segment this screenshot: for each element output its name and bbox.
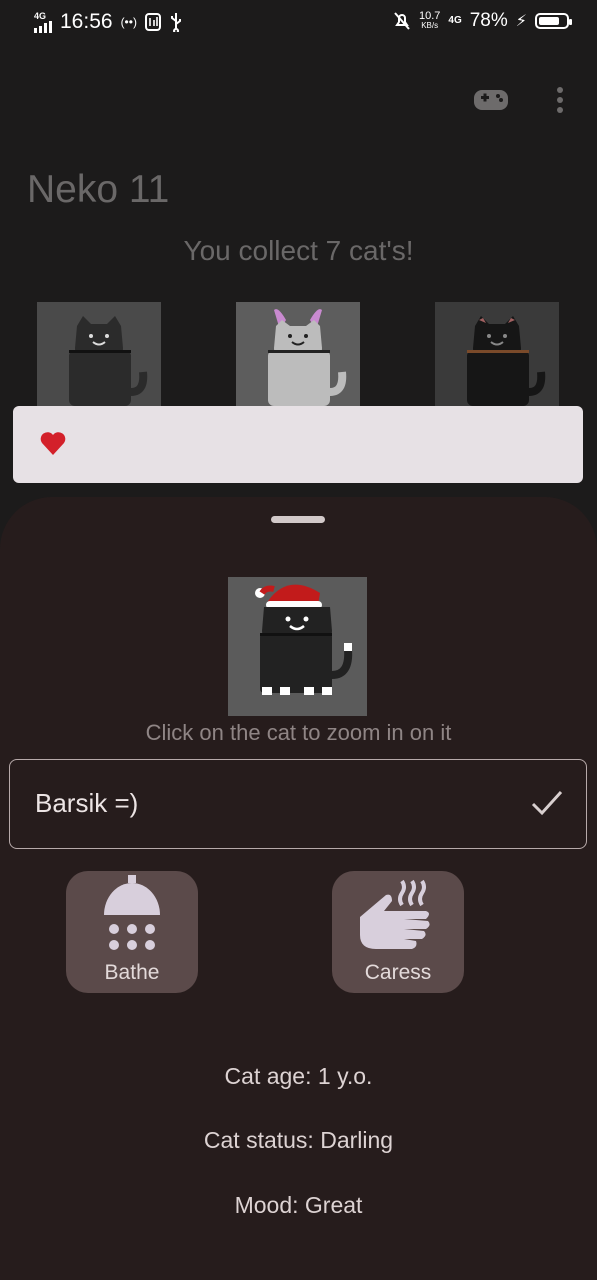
shower-icon [104,875,160,950]
network-type-label: 4G [34,11,47,21]
status-right: 10.7 KB/s 4G 78% ⚡ [393,10,572,32]
cat-name-field[interactable]: Barsik =) [9,759,587,849]
charging-icon: ⚡ [515,13,527,30]
bathe-button[interactable]: Bathe [66,871,198,993]
cat-thumbnail[interactable] [37,302,161,408]
cat-status: Cat status: Darling [203,1127,394,1153]
cat-details-sheet: Click on the cat to zoom in on it Barsik… [0,497,597,1280]
net-speed-value: 10.7 [418,10,441,22]
app-title: Neko 11 [27,168,170,211]
mute-bell-icon [394,12,410,30]
clock: 16:56 [60,10,113,33]
cat-age: Cat age: 1 y.o. [224,1063,373,1089]
bathe-label: Bathe [104,961,160,984]
reaction-bar [13,406,583,483]
hotspot-icon: (••) [120,15,137,29]
cat-image[interactable] [228,577,367,716]
drag-handle[interactable] [271,516,325,523]
net-speed: 10.7 KB/s [419,11,440,31]
zoom-hint: Click on the cat to zoom in on it [145,720,452,745]
status-left: 4G 16:56 (••) [34,10,183,34]
more-vert-icon[interactable] [540,80,580,120]
cat-thumbnail[interactable] [435,302,559,408]
cat-mood: Mood: Great [234,1192,363,1218]
cat-thumbnail[interactable] [236,302,360,408]
battery-percent: 78% [469,10,508,31]
caress-button[interactable]: Caress [332,871,464,993]
battery-fill [539,17,559,25]
net-speed-unit: KB/s [421,21,439,30]
battery-icon [535,13,572,29]
collect-count-text: You collect 7 cat's! [183,235,414,266]
heart-icon [40,432,66,455]
status-bar: 4G 16:56 (••) 10.7 KB/s 4G 78% ⚡ [0,0,597,46]
signal-icon: 4G [34,11,52,33]
network-type-2-label: 4G [448,15,462,26]
usb-icon [170,13,181,32]
check-icon[interactable] [530,788,564,818]
caress-hand-icon [360,879,430,949]
caress-label: Caress [364,961,432,984]
gamepad-icon[interactable] [471,80,511,120]
data-saver-icon [144,13,161,31]
battery-cap [569,19,572,25]
cat-name-value[interactable]: Barsik =) [35,788,138,819]
